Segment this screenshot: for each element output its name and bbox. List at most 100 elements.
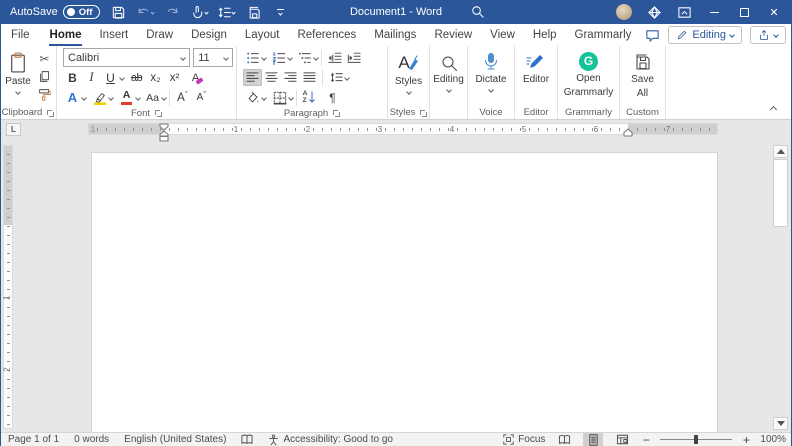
italic-button[interactable]: I [82,69,101,86]
grammarly-titlebar-button[interactable] [646,4,662,20]
highlight-dropdown-arrow-icon[interactable] [108,94,114,101]
tab-home[interactable]: Home [41,24,91,46]
underline-dropdown-arrow-icon[interactable] [119,74,125,81]
zoom-in-button[interactable]: + [741,433,751,446]
change-case-button[interactable]: Aa [143,89,162,106]
user-avatar[interactable] [616,4,632,20]
open-grammarly-button[interactable]: G Open Grammarly [560,48,617,106]
save-all-qat-button[interactable] [244,3,262,21]
right-indent-marker[interactable] [623,129,633,137]
copy-button[interactable] [35,68,54,85]
tab-file[interactable]: File [0,24,41,46]
read-mode-button[interactable] [554,433,574,446]
autosave-toggle[interactable]: Off [62,5,101,19]
strikethrough-button[interactable]: ab [127,69,146,86]
document-page[interactable] [91,152,718,432]
bold-button[interactable]: B [63,69,82,86]
grow-font-button[interactable]: A ˆ [173,89,192,106]
highlight-color-button[interactable] [90,89,109,106]
proofing-status-button[interactable] [241,434,253,445]
align-left-button[interactable] [243,69,262,86]
comments-button[interactable] [645,28,660,43]
line-spacing-qat-button[interactable] [217,3,237,21]
first-line-and-hanging-indent-markers[interactable] [159,123,169,142]
show-paragraph-marks-button[interactable]: ¶ [323,89,342,106]
search-button[interactable] [470,4,485,19]
bullets-button[interactable] [243,49,262,66]
ribbon-display-options-button[interactable] [676,4,692,20]
decrease-indent-button[interactable] [325,49,344,66]
editor-button[interactable]: Editor [519,48,553,106]
zoom-level[interactable]: 100% [760,434,786,445]
superscript-button[interactable]: x² [165,69,184,86]
paste-button[interactable]: Paste [3,48,33,106]
save-button[interactable] [109,3,127,21]
tab-review[interactable]: Review [425,24,481,46]
shrink-font-button[interactable]: A ˇ [192,89,211,106]
close-button[interactable]: ✕ [766,4,782,20]
borders-button[interactable] [270,89,289,106]
tab-layout[interactable]: Layout [236,24,289,46]
scrollbar-thumb[interactable] [773,159,788,227]
styles-dialog-launcher[interactable] [419,109,428,117]
tab-grammarly[interactable]: Grammarly [566,24,641,46]
print-layout-button[interactable] [583,433,604,446]
font-name-combo[interactable]: Calibri [63,48,191,67]
increase-indent-button[interactable] [344,49,363,66]
dictate-button[interactable]: Dictate [471,48,510,106]
zoom-out-button[interactable]: − [641,433,651,446]
shading-button[interactable] [243,89,262,106]
editing-mode-selector[interactable]: Editing [668,26,742,44]
justify-button[interactable] [300,69,319,86]
font-color-dropdown-arrow-icon[interactable] [135,94,141,101]
scroll-up-button[interactable] [773,145,788,158]
tab-draw[interactable]: Draw [137,24,182,46]
autosave-control[interactable]: AutoSave Off [10,5,101,19]
maximize-button[interactable] [736,4,752,20]
language-indicator[interactable]: English (United States) [124,434,226,445]
scroll-down-button[interactable] [773,417,788,430]
align-right-button[interactable] [281,69,300,86]
minimize-button[interactable] [706,4,722,20]
numbering-button[interactable] [269,49,288,66]
text-effects-dropdown-arrow-icon[interactable] [81,94,87,101]
cut-button[interactable]: ✂ [35,50,54,67]
redo-button[interactable] [163,3,181,21]
subscript-button[interactable]: x₂ [146,69,165,86]
tab-insert[interactable]: Insert [90,24,137,46]
line-spacing-dropdown-arrow-icon[interactable] [344,74,350,81]
paragraph-dialog-launcher[interactable] [332,109,341,117]
line-spacing-button[interactable] [326,69,345,86]
text-effects-button[interactable]: A [63,89,82,106]
touch-mouse-mode-button[interactable] [190,3,210,21]
tab-mailings[interactable]: Mailings [365,24,425,46]
tab-references[interactable]: References [288,24,365,46]
sort-button[interactable]: A Z [300,89,319,106]
clipboard-dialog-launcher[interactable] [46,109,55,117]
share-button[interactable] [750,26,786,44]
numbering-dropdown-arrow-icon[interactable] [287,54,293,61]
focus-mode-button[interactable]: Focus [503,434,545,445]
format-painter-button[interactable] [35,86,54,103]
word-count[interactable]: 0 words [74,434,109,445]
tab-stop-selector[interactable]: L [6,123,21,136]
customize-quick-access-button[interactable] [271,3,289,21]
underline-button[interactable]: U [101,69,120,86]
tab-design[interactable]: Design [182,24,236,46]
tab-view[interactable]: View [481,24,524,46]
tab-help[interactable]: Help [524,24,566,46]
zoom-slider-thumb[interactable] [693,435,698,444]
undo-button[interactable] [136,3,156,21]
clear-formatting-button[interactable]: A [188,69,207,86]
bullets-dropdown-arrow-icon[interactable] [261,54,267,61]
change-case-dropdown-arrow-icon[interactable] [161,94,167,101]
editing-menu-button[interactable]: Editing [433,48,464,106]
align-center-button[interactable] [262,69,281,86]
vertical-scrollbar[interactable] [772,145,789,430]
borders-dropdown-arrow-icon[interactable] [288,94,294,101]
shading-dropdown-arrow-icon[interactable] [261,94,267,101]
multilevel-dropdown-arrow-icon[interactable] [313,54,319,61]
web-layout-button[interactable] [612,433,632,446]
font-color-button[interactable]: A [117,89,136,106]
font-dialog-launcher[interactable] [154,109,162,117]
